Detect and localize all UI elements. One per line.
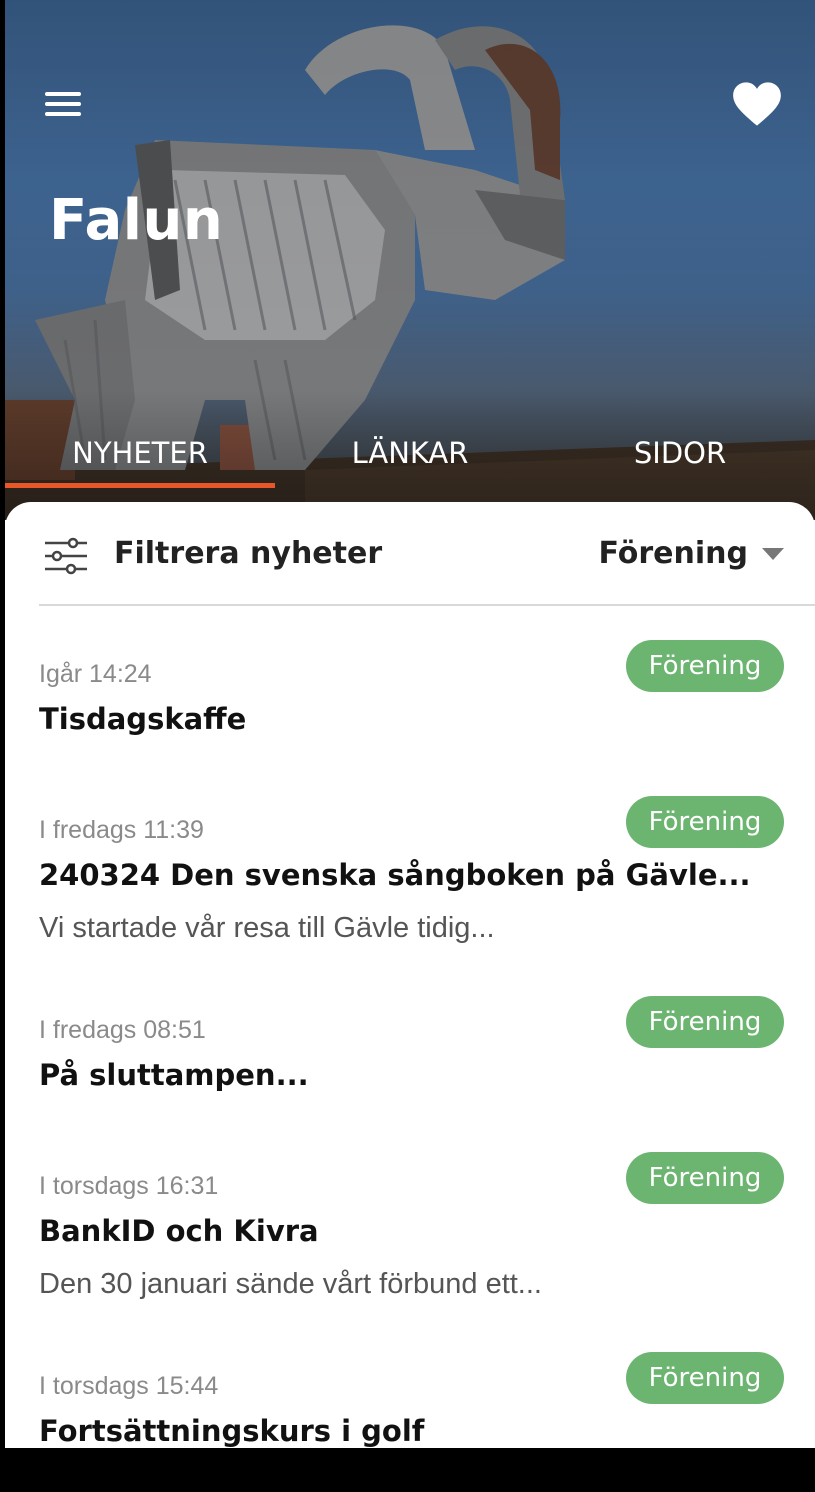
news-title: Tisdagskaffe <box>39 702 247 736</box>
sliders-icon[interactable] <box>43 536 89 580</box>
news-title: BankID och Kivra <box>39 1214 319 1248</box>
tab-bar: NYHETER LÄNKAR SIDOR <box>5 420 815 488</box>
menu-line <box>45 102 81 106</box>
news-title: Fortsättningskurs i golf <box>39 1414 425 1448</box>
news-time: I fredags 11:39 <box>39 816 204 844</box>
news-title: 240324 Den svenska sångboken på Gävle... <box>39 858 751 892</box>
header-hero-image: Falun NYHETER LÄNKAR SIDOR <box>5 0 815 520</box>
news-time: I fredags 08:51 <box>39 1016 206 1044</box>
heart-icon[interactable] <box>731 80 787 132</box>
news-excerpt: Vi startade vår resa till Gävle tidig... <box>39 912 495 944</box>
hamburger-menu-icon[interactable] <box>37 88 89 128</box>
news-excerpt: Den 30 januari sände vårt förbund ett... <box>39 1268 542 1300</box>
tab-nyheter[interactable]: NYHETER <box>5 420 275 488</box>
news-time: I torsdags 16:31 <box>39 1172 219 1200</box>
tab-lankar[interactable]: LÄNKAR <box>275 420 545 488</box>
category-badge: Förening <box>626 996 784 1048</box>
filter-bar: Filtrera nyheter Förening <box>39 526 784 582</box>
category-dropdown[interactable]: Förening <box>598 536 784 571</box>
category-badge: Förening <box>626 1352 784 1404</box>
heart-icon-graphic <box>733 82 781 126</box>
filter-news-label[interactable]: Filtrera nyheter <box>114 536 382 571</box>
news-time: Igår 14:24 <box>39 660 152 688</box>
news-title: På sluttampen... <box>39 1058 309 1092</box>
app-screen: Falun NYHETER LÄNKAR SIDOR Filtrera nyhe… <box>5 0 815 1448</box>
page-title: Falun <box>49 188 224 253</box>
category-dropdown-value: Förening <box>598 536 748 571</box>
chevron-down-icon <box>762 547 784 560</box>
category-badge: Förening <box>626 1152 784 1204</box>
category-badge: Förening <box>626 796 784 848</box>
divider <box>39 604 815 606</box>
tab-sidor[interactable]: SIDOR <box>545 420 815 488</box>
news-time: I torsdags 15:44 <box>39 1372 219 1400</box>
menu-line <box>45 92 81 96</box>
menu-line <box>45 112 81 116</box>
category-badge: Förening <box>626 640 784 692</box>
news-sheet: Filtrera nyheter Förening Igår 14:24 För… <box>5 502 815 1448</box>
